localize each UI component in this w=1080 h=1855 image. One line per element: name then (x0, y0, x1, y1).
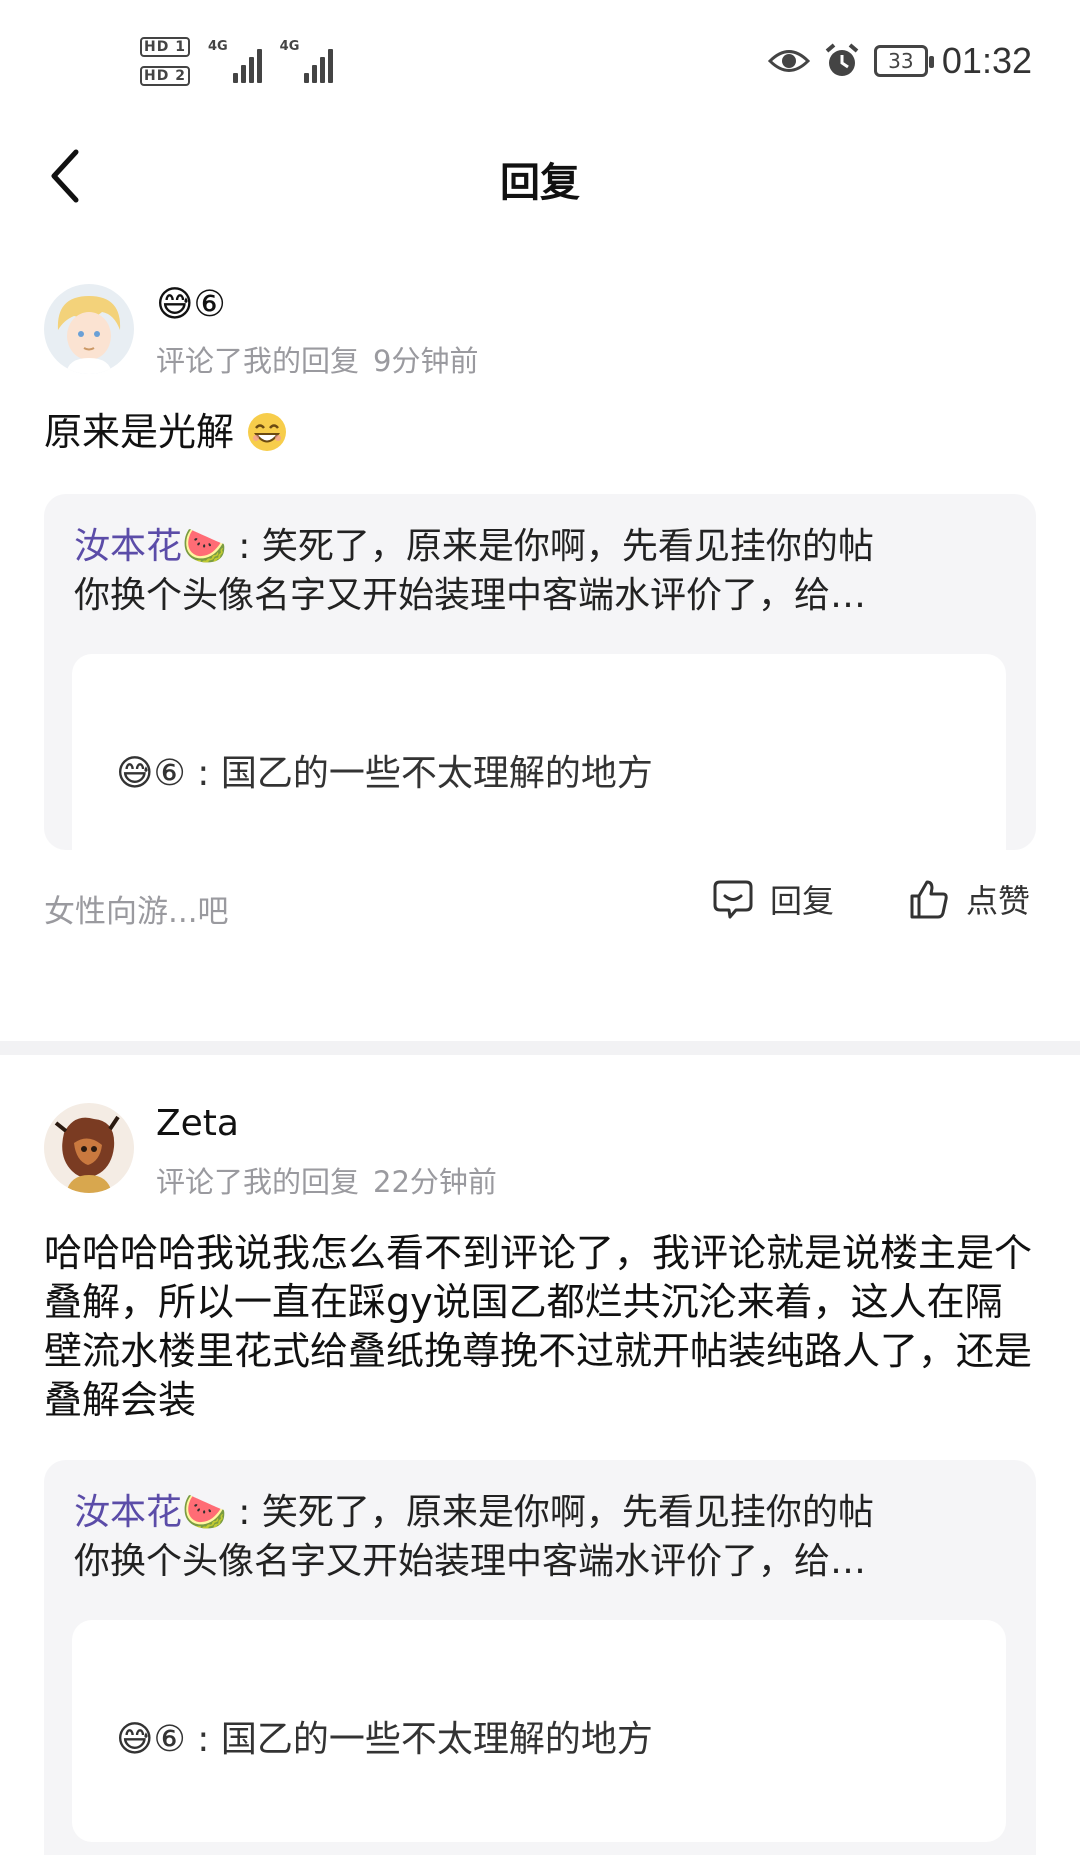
quoted-author[interactable]: 汝本花🍉 (74, 526, 227, 567)
eye-icon (767, 50, 810, 72)
status-bar: HD 1 HD 2 4G 4G 33 01:32 (0, 0, 1080, 120)
status-right: 33 01:32 (767, 40, 1032, 82)
avatar-image-icon (44, 1103, 134, 1193)
grinning-face-icon (248, 413, 287, 451)
username[interactable]: Zeta (156, 1103, 239, 1144)
action-text: 评论了我的回复 (156, 1165, 360, 1199)
notification-card: Zeta 评论了我的回复 22分钟前 哈哈哈哈我说我怎么看不到评论了，我评论就是说… (0, 1055, 1080, 1855)
status-left: HD 1 HD 2 4G 4G (140, 36, 334, 86)
avatar[interactable] (44, 284, 134, 374)
quote-separator: : (238, 526, 251, 567)
notification-meta: 评论了我的回复 9分钟前 (156, 338, 478, 380)
notification-card: 😅⑥ 评论了我的回复 9分钟前 原来是光解 汝本花🍉 : 笑死了，原来是你啊，先看… (0, 230, 1080, 1040)
quote-line-1: 笑死了，原来是你啊，先看见挂你的帖 (261, 1492, 874, 1533)
original-post-title: 😅⑥ : 国乙的一些不太理解的地方 (116, 1719, 653, 1760)
quote-line-1: 笑死了，原来是你啊，先看见挂你的帖 (261, 526, 874, 567)
quoted-reply[interactable]: 汝本花🍉 : 笑死了，原来是你啊，先看见挂你的帖 你换个头像名字又开始装理中客端… (44, 1460, 1036, 1855)
comment-content[interactable]: 原来是光解 (44, 408, 1036, 457)
quote-line-2: 你换个头像名字又开始装理中客端水评价了，给… (74, 575, 867, 616)
sim1-indicator: HD 1 (140, 36, 190, 57)
avatar-image-icon (44, 284, 134, 374)
notification-meta: 评论了我的回复 22分钟前 (156, 1159, 497, 1201)
battery-icon: 33 (873, 45, 934, 77)
divider (0, 1041, 1080, 1055)
like-label: 点赞 (966, 882, 1031, 920)
sim2-indicator: HD 2 (140, 65, 190, 86)
timestamp: 9分钟前 (373, 344, 479, 378)
quote-line-2: 你换个头像名字又开始装理中客端水评价了，给… (74, 1541, 867, 1582)
comment-icon (713, 880, 753, 919)
sim-indicators: HD 1 HD 2 (140, 36, 190, 86)
reply-label: 回复 (770, 882, 835, 920)
original-post[interactable]: 😅⑥ : 国乙的一些不太理解的地方 (72, 1620, 1006, 1842)
comment-content[interactable]: 哈哈哈哈我说我怎么看不到评论了，我评论就是说楼主是个叠解，所以一直在踩gy说国乙… (44, 1229, 1036, 1425)
username[interactable]: 😅⑥ (156, 284, 226, 325)
alarm-icon (825, 43, 859, 76)
quoted-reply-text: 汝本花🍉 : 笑死了，原来是你啊，先看见挂你的帖 你换个头像名字又开始装理中客端… (74, 522, 1006, 620)
notification-footer: 女性向游...吧 回复 点赞 (44, 876, 1036, 936)
quoted-author[interactable]: 汝本花🍉 (74, 1492, 227, 1533)
clock: 01:32 (941, 40, 1032, 81)
comment-text: 原来是光解 (44, 410, 235, 454)
quoted-reply[interactable]: 汝本花🍉 : 笑死了，原来是你啊，先看见挂你的帖 你换个头像名字又开始装理中客端… (44, 494, 1036, 876)
avatar[interactable] (44, 1103, 134, 1193)
original-post[interactable]: 😅⑥ : 国乙的一些不太理解的地方 (72, 654, 1006, 876)
original-post-title: 😅⑥ : 国乙的一些不太理解的地方 (116, 753, 653, 794)
timestamp: 22分钟前 (373, 1165, 497, 1199)
signal-2-icon: 4G (280, 39, 334, 83)
thumbs-up-icon (910, 880, 948, 919)
quote-separator: : (238, 1492, 251, 1533)
like-button[interactable]: 点赞 (908, 876, 1030, 922)
action-text: 评论了我的回复 (156, 344, 360, 378)
page-title: 回复 (500, 160, 580, 206)
quoted-reply-text: 汝本花🍉 : 笑死了，原来是你啊，先看见挂你的帖 你换个头像名字又开始装理中客端… (74, 1488, 1006, 1586)
signal-1-icon: 4G (208, 39, 262, 83)
app-header: 回复 (0, 120, 1080, 230)
forum-name[interactable]: 女性向游...吧 (44, 886, 229, 931)
reply-button[interactable]: 回复 (712, 876, 834, 922)
comment-text: 哈哈哈哈我说我怎么看不到评论了，我评论就是说楼主是个叠解，所以一直在踩gy说国乙… (44, 1231, 1033, 1422)
